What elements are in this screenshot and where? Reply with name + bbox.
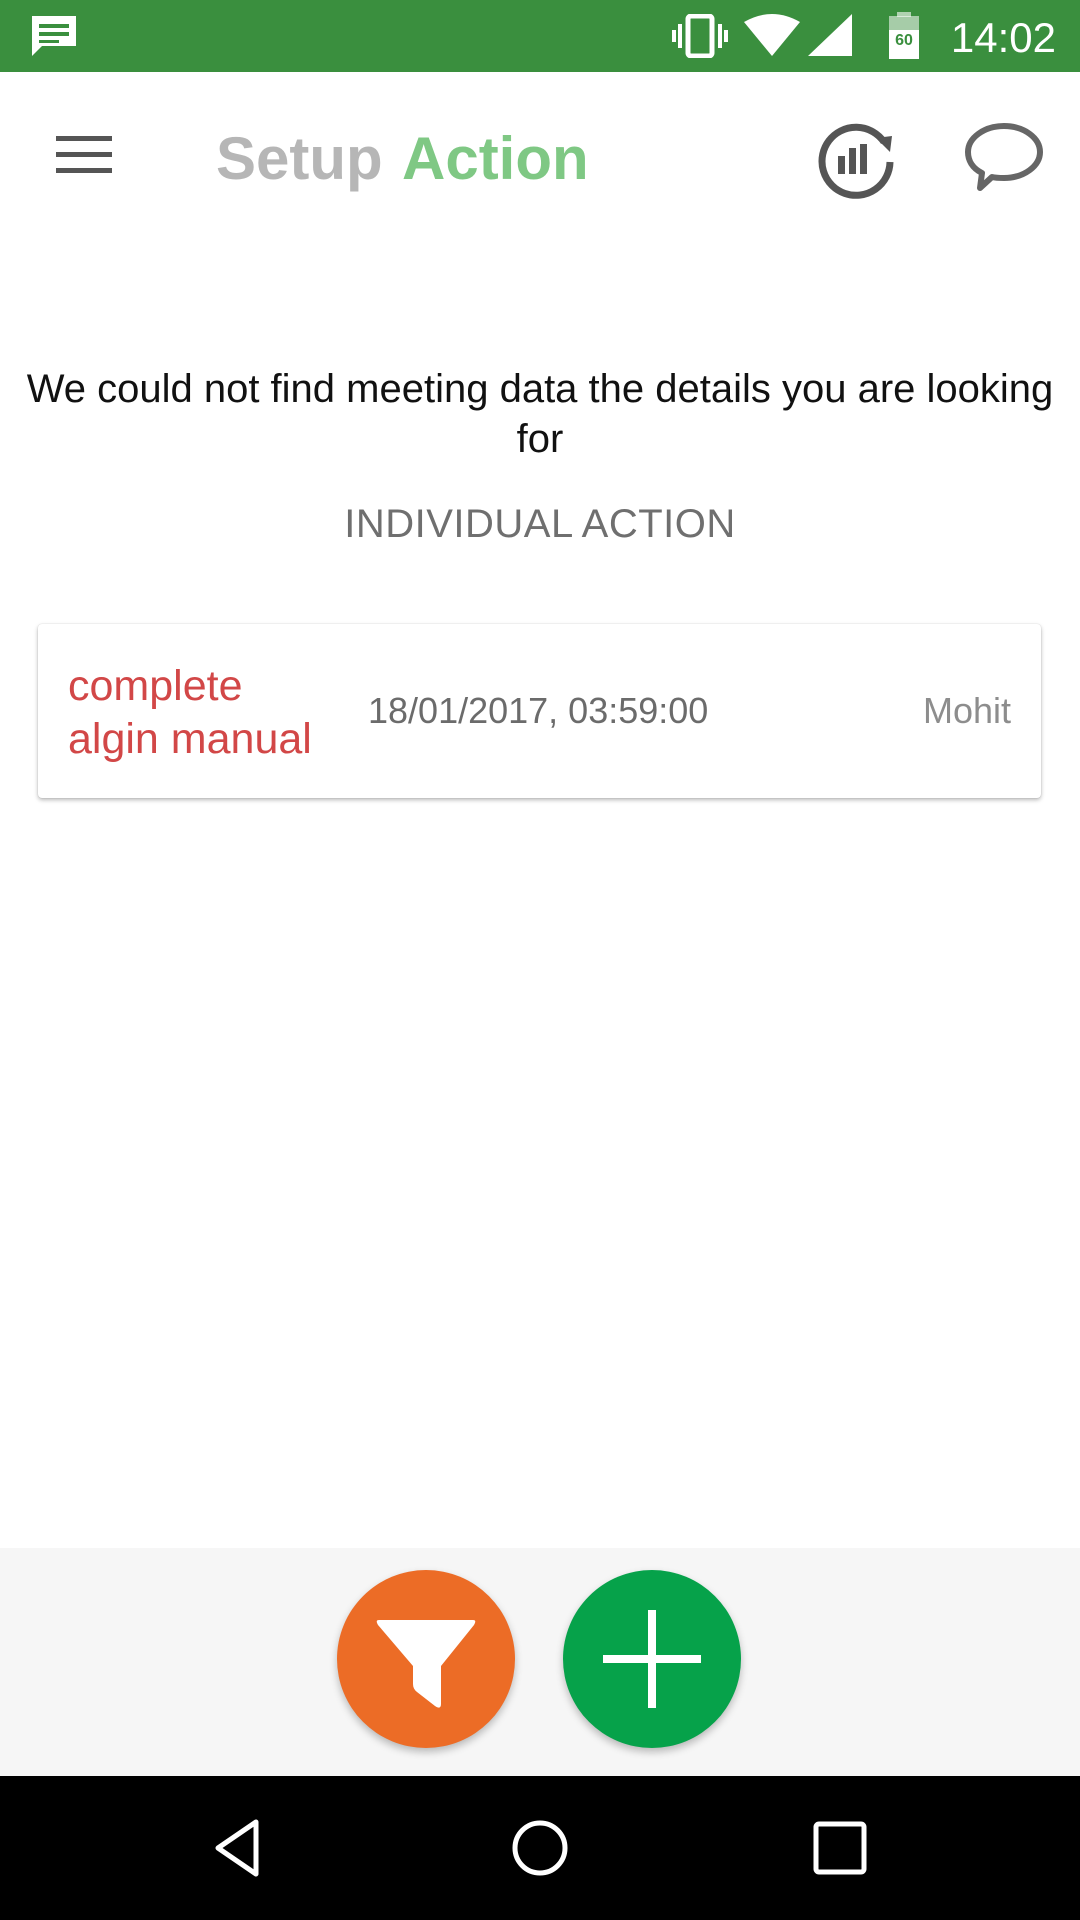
action-datetime: 18/01/2017, 03:59:00 bbox=[368, 690, 709, 731]
empty-state-message: We could not find meeting data the detai… bbox=[26, 367, 1054, 461]
vibrate-icon bbox=[672, 14, 728, 58]
signal-icon bbox=[808, 14, 852, 56]
action-title: complete algin manual bbox=[68, 662, 312, 763]
add-action-button[interactable] bbox=[563, 1570, 741, 1748]
action-card[interactable]: complete algin manual 18/01/2017, 03:59:… bbox=[38, 624, 1041, 798]
chart-refresh-icon[interactable] bbox=[814, 116, 898, 200]
recents-icon[interactable] bbox=[804, 1812, 876, 1884]
status-clock: 14:02 bbox=[950, 14, 1056, 61]
message-icon bbox=[32, 16, 76, 56]
battery-level: 60 bbox=[895, 32, 913, 49]
wifi-icon bbox=[744, 14, 800, 56]
back-icon[interactable] bbox=[204, 1812, 276, 1884]
section-title: INDIVIDUAL ACTION bbox=[344, 502, 736, 546]
action-owner: Mohit bbox=[922, 690, 1011, 731]
tab-setup[interactable]: Setup bbox=[216, 124, 383, 193]
system-nav-bar bbox=[0, 1776, 1080, 1920]
status-bar: 60 14:02 bbox=[0, 0, 1080, 72]
menu-icon[interactable] bbox=[46, 118, 122, 194]
filter-button[interactable] bbox=[337, 1570, 515, 1748]
chat-icon[interactable] bbox=[962, 116, 1046, 200]
plus-icon bbox=[603, 1610, 701, 1708]
tab-action[interactable]: Action bbox=[402, 124, 589, 193]
filter-icon bbox=[376, 1620, 476, 1708]
home-icon[interactable] bbox=[504, 1812, 576, 1884]
battery-icon: 60 bbox=[887, 12, 921, 60]
bottom-action-bar bbox=[0, 1548, 1080, 1776]
